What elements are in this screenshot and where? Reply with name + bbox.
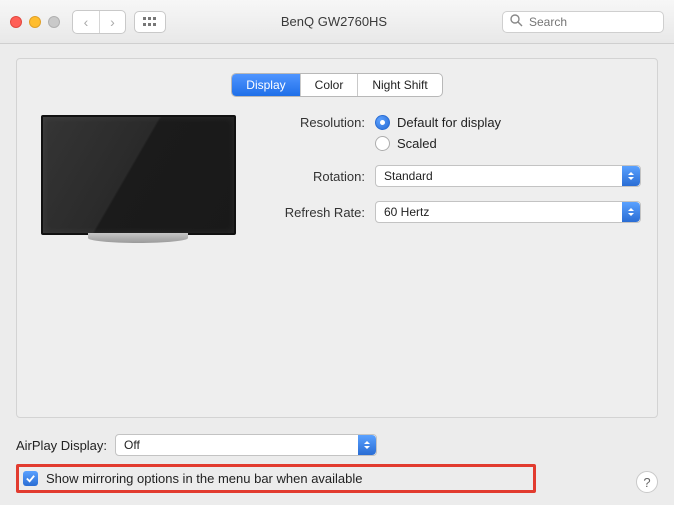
resolution-scaled-radio[interactable]: Scaled — [375, 136, 501, 151]
window-title: BenQ GW2760HS — [166, 14, 502, 29]
monitor-preview — [33, 115, 243, 243]
nav-buttons: ‹ › — [72, 10, 126, 34]
show-all-button[interactable] — [134, 11, 166, 33]
resolution-default-radio[interactable]: Default for display — [375, 115, 501, 130]
rotation-value: Standard — [384, 169, 433, 183]
radio-checked-icon — [375, 115, 390, 130]
main-panel: Display Color Night Shift Resolution: De… — [16, 58, 658, 418]
back-button[interactable]: ‹ — [73, 11, 99, 33]
zoom-window-button[interactable] — [48, 16, 60, 28]
monitor-screen-icon — [41, 115, 236, 235]
search-icon — [510, 14, 523, 30]
airplay-value: Off — [124, 438, 140, 452]
minimize-window-button[interactable] — [29, 16, 41, 28]
tab-bar: Display Color Night Shift — [231, 73, 442, 97]
chevron-updown-icon — [358, 435, 376, 455]
airplay-label: AirPlay Display: — [16, 438, 107, 453]
rotation-label: Rotation: — [265, 169, 365, 184]
refresh-rate-label: Refresh Rate: — [265, 205, 365, 220]
tab-night-shift[interactable]: Night Shift — [357, 74, 441, 96]
mirroring-checkbox[interactable] — [23, 471, 38, 486]
help-button[interactable]: ? — [636, 471, 658, 493]
refresh-rate-value: 60 Hertz — [384, 205, 429, 219]
checkmark-icon — [25, 473, 36, 484]
grid-icon — [143, 17, 157, 27]
radio-unchecked-icon — [375, 136, 390, 151]
resolution-default-label: Default for display — [397, 115, 501, 130]
monitor-stand-icon — [88, 233, 188, 243]
chevron-updown-icon — [622, 202, 640, 222]
rotation-select[interactable]: Standard — [375, 165, 641, 187]
resolution-scaled-label: Scaled — [397, 136, 437, 151]
highlighted-option: Show mirroring options in the menu bar w… — [16, 464, 536, 493]
airplay-select[interactable]: Off — [115, 434, 377, 456]
refresh-rate-select[interactable]: 60 Hertz — [375, 201, 641, 223]
chevron-updown-icon — [622, 166, 640, 186]
tab-color[interactable]: Color — [300, 74, 358, 96]
resolution-label: Resolution: — [265, 115, 365, 130]
mirroring-label: Show mirroring options in the menu bar w… — [46, 471, 363, 486]
search-input[interactable] — [502, 11, 664, 33]
tab-display[interactable]: Display — [232, 74, 299, 96]
forward-button[interactable]: › — [99, 11, 125, 33]
close-window-button[interactable] — [10, 16, 22, 28]
